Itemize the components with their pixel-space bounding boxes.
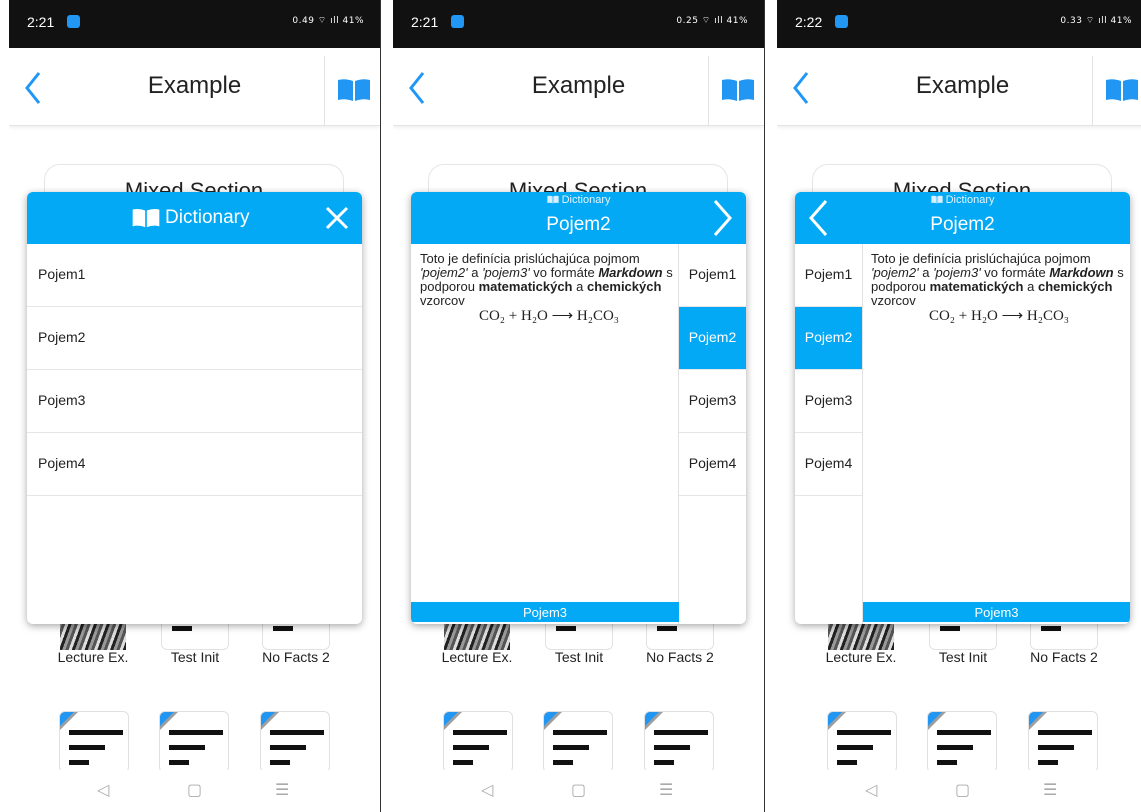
- dictionary-button[interactable]: [1092, 56, 1141, 126]
- book-icon: [132, 209, 160, 228]
- nav-back-icon[interactable]: ◁: [97, 780, 109, 799]
- nav-home-icon[interactable]: ▢: [187, 780, 202, 799]
- document-tile[interactable]: [443, 711, 513, 773]
- tile-label: Lecture Ex.: [825, 649, 897, 665]
- next-term-footer[interactable]: Pojem3: [411, 602, 679, 622]
- phone-screen-2: 2:21 0.25 ⌔ ıll 41% Example Mixed Sectio…: [393, 0, 765, 812]
- dictionary-label: Dictionary: [945, 194, 995, 206]
- app-title: Example: [915, 72, 1010, 99]
- document-tile[interactable]: [644, 711, 714, 773]
- side-term-item-selected[interactable]: Pojem2: [679, 307, 746, 370]
- side-term-item-selected[interactable]: Pojem2: [795, 307, 862, 370]
- document-tile[interactable]: [59, 711, 129, 773]
- dictionary-subtitle: Dictionary: [795, 194, 1130, 206]
- book-icon: [722, 79, 754, 101]
- tile-label: Test Init: [554, 649, 604, 665]
- dictionary-header: Dictionary: [27, 192, 362, 244]
- dictionary-label: Dictionary: [561, 194, 611, 206]
- app-bar: Example: [777, 48, 1141, 126]
- forward-chevron-icon[interactable]: [710, 198, 734, 238]
- term-definition: Toto je definícia prislúchajúca pojmom '…: [871, 252, 1127, 324]
- document-tile[interactable]: [827, 711, 897, 773]
- chemical-formula: CO₂ + H₂O ⟶ H₂CO₃: [478, 308, 620, 324]
- dictionary-button[interactable]: [708, 56, 764, 126]
- tile-label: Lecture Ex.: [57, 649, 129, 665]
- side-term-item[interactable]: Pojem3: [795, 370, 862, 433]
- book-icon: [546, 195, 559, 204]
- current-term-title: Pojem2: [546, 214, 611, 235]
- nav-back-icon[interactable]: ◁: [865, 780, 877, 799]
- document-tile[interactable]: [1028, 711, 1098, 773]
- status-bar: 2:21 0.25 ⌔ ıll 41%: [393, 0, 764, 48]
- current-term-title: Pojem2: [930, 214, 995, 235]
- app-notification-icon: [451, 15, 464, 28]
- tile-label: No Facts 2: [1030, 649, 1098, 665]
- side-term-item[interactable]: Pojem1: [679, 244, 746, 307]
- status-bar: 2:21 0.49 ⌔ ıll 41%: [9, 0, 380, 48]
- app-bar: Example: [393, 48, 764, 126]
- tile-label: No Facts 2: [262, 649, 330, 665]
- nav-menu-icon[interactable]: ☰: [1043, 780, 1057, 799]
- status-indicators: 0.25 ⌔ ıll 41%: [676, 16, 748, 26]
- nav-menu-icon[interactable]: ☰: [659, 780, 673, 799]
- status-time: 2:22: [795, 14, 823, 30]
- close-icon[interactable]: [324, 205, 350, 231]
- dictionary-dialog: Dictionary Pojem2 Toto je definícia pris…: [411, 192, 746, 624]
- next-term-footer[interactable]: Pojem3: [863, 602, 1130, 622]
- dictionary-title: Dictionary: [165, 207, 250, 228]
- book-icon: [338, 79, 370, 101]
- side-term-item[interactable]: Pojem1: [795, 244, 862, 307]
- app-bar: Example: [9, 48, 380, 126]
- list-item[interactable]: Pojem3: [27, 370, 362, 433]
- phone-screen-3: 2:22 0.33 ⌔ ıll 41% Example Mixed Sectio…: [777, 0, 1141, 812]
- dictionary-button[interactable]: [324, 56, 380, 126]
- nav-home-icon[interactable]: ▢: [571, 780, 586, 799]
- dictionary-subtitle: Dictionary: [411, 194, 746, 206]
- chemical-formula: CO₂ + H₂O ⟶ H₂CO₃: [928, 308, 1070, 324]
- side-term-item[interactable]: Pojem3: [679, 370, 746, 433]
- document-tile[interactable]: [927, 711, 997, 773]
- status-bar: 2:22 0.33 ⌔ ıll 41%: [777, 0, 1141, 48]
- status-indicators: 0.49 ⌔ ıll 41%: [292, 16, 364, 26]
- dictionary-dialog: Dictionary Pojem1 Pojem2 Pojem3 Pojem4: [27, 192, 362, 624]
- app-notification-icon: [835, 15, 848, 28]
- tile-label: Test Init: [938, 649, 988, 665]
- system-nav-bar: ◁ ▢ ☰: [393, 770, 764, 812]
- book-icon: [930, 195, 943, 204]
- document-tile[interactable]: [543, 711, 613, 773]
- document-tile[interactable]: [159, 711, 229, 773]
- nav-home-icon[interactable]: ▢: [955, 780, 970, 799]
- status-time: 2:21: [411, 14, 439, 30]
- app-notification-icon: [67, 15, 80, 28]
- status-time: 2:21: [27, 14, 55, 30]
- system-nav-bar: ◁ ▢ ☰: [777, 770, 1141, 812]
- dictionary-header: Dictionary Pojem2: [411, 192, 746, 244]
- list-item[interactable]: Pojem2: [27, 307, 362, 370]
- dictionary-header: Dictionary Pojem2: [795, 192, 1130, 244]
- tile-label: Lecture Ex.: [441, 649, 513, 665]
- side-term-item[interactable]: Pojem4: [795, 433, 862, 496]
- phone-screen-1: 2:21 0.49 ⌔ ıll 41% Example Mixed Sectio…: [9, 0, 381, 812]
- tile-label: No Facts 2: [646, 649, 714, 665]
- nav-menu-icon[interactable]: ☰: [275, 780, 289, 799]
- document-tile[interactable]: [260, 711, 330, 773]
- list-item[interactable]: Pojem1: [27, 244, 362, 307]
- book-icon: [1106, 79, 1138, 101]
- nav-back-icon[interactable]: ◁: [481, 780, 493, 799]
- tile-label: Test Init: [170, 649, 220, 665]
- dictionary-dialog: Dictionary Pojem2 Pojem1 Pojem2 Pojem3 P…: [795, 192, 1130, 624]
- system-nav-bar: ◁ ▢ ☰: [9, 770, 380, 812]
- status-indicators: 0.33 ⌔ ıll 41%: [1060, 16, 1132, 26]
- list-item[interactable]: Pojem4: [27, 433, 362, 496]
- side-term-item[interactable]: Pojem4: [679, 433, 746, 496]
- term-definition: Toto je definícia prislúchajúca pojmom '…: [420, 252, 678, 324]
